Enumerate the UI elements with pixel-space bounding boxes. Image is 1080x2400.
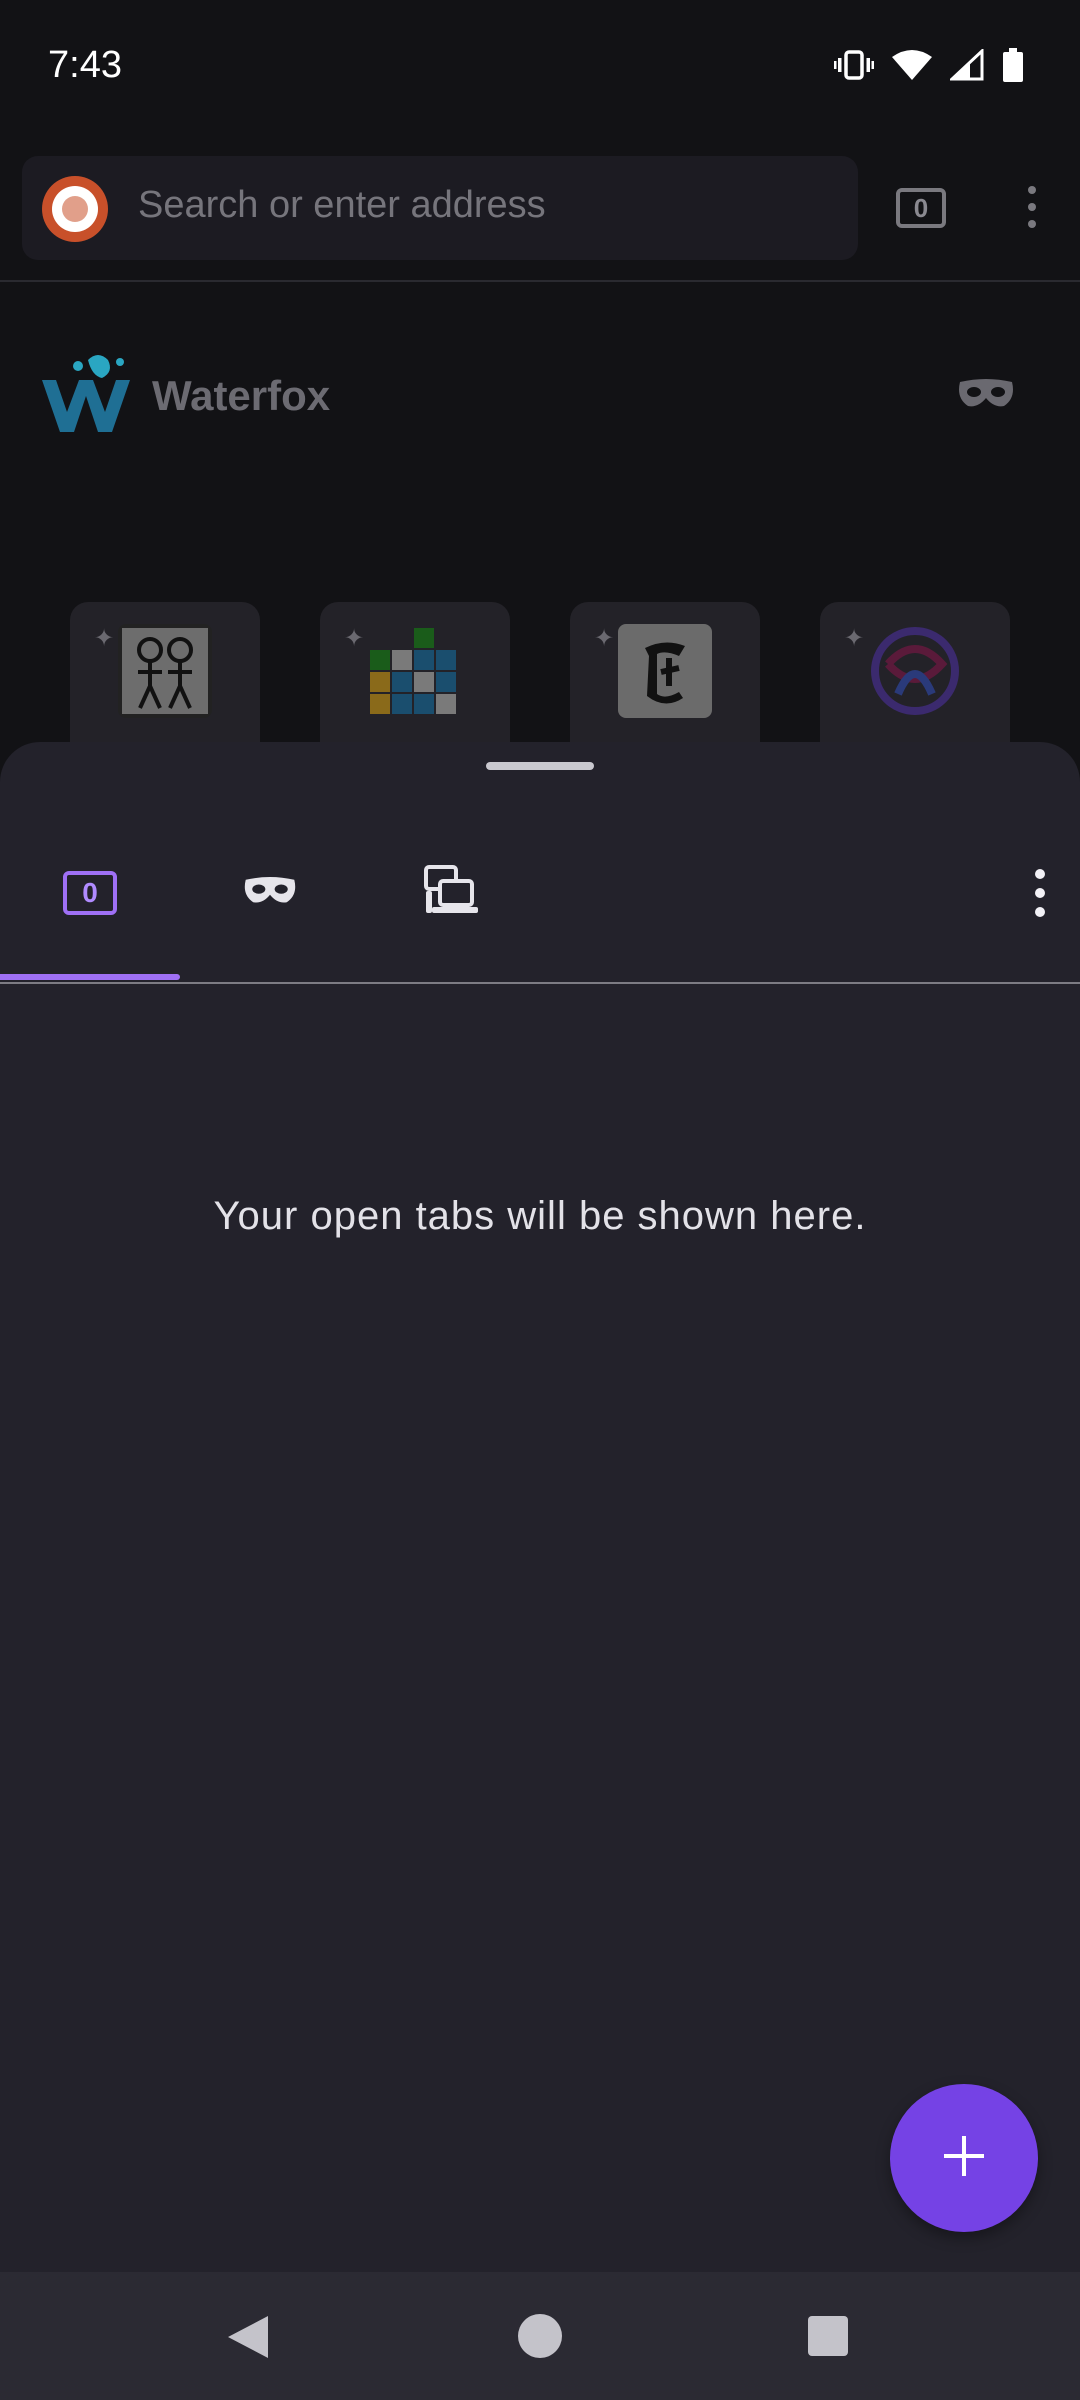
vibrate-icon (834, 49, 874, 81)
nyt-logo-icon (618, 624, 712, 718)
synced-devices-icon (422, 863, 478, 924)
overflow-menu-button[interactable] (1024, 186, 1040, 236)
site-thumbnail (868, 624, 962, 718)
pin-icon: ✦ (844, 625, 865, 652)
top-site-tile[interactable]: ✦ (70, 602, 260, 742)
status-icons (834, 48, 1024, 82)
empty-tabs-message: Your open tabs will be shown here. (213, 1194, 867, 1238)
browser-toolbar: Search or enter address 0 (0, 136, 1080, 282)
address-placeholder: Search or enter address (138, 184, 546, 226)
home-icon[interactable] (518, 2314, 562, 2358)
tab-private-tabs[interactable] (180, 822, 360, 964)
private-mask-icon (242, 874, 298, 913)
wifi-icon (892, 49, 932, 81)
status-bar: 7:43 (0, 0, 1080, 136)
private-mask-icon[interactable] (956, 376, 1016, 417)
waterfox-logo-icon (38, 350, 134, 440)
tabs-tray-menu-button[interactable] (1000, 822, 1080, 964)
cellular-icon (950, 49, 984, 81)
tab-counter-button[interactable]: 0 (896, 188, 946, 228)
home-title: Waterfox (152, 372, 331, 419)
pin-icon: ✦ (594, 625, 615, 652)
status-time: 7:43 (48, 44, 122, 86)
tab-normal-tabs[interactable]: 0 (0, 822, 180, 964)
recent-apps-icon[interactable] (808, 2316, 848, 2356)
tabs-tray-tab-row: 0 (0, 822, 1080, 962)
system-nav-bar (0, 2272, 1080, 2400)
new-tab-button[interactable] (890, 2084, 1038, 2232)
pin-icon: ✦ (94, 625, 115, 652)
top-site-tile[interactable]: ✦ (820, 602, 1010, 742)
selected-tab-indicator (0, 974, 180, 980)
site-thumbnail (118, 624, 212, 718)
top-sites: ✦ ✦ ✦ ✦ (70, 602, 1010, 742)
top-site-tile[interactable]: ✦ (320, 602, 510, 742)
tab-divider (0, 982, 1080, 984)
battery-icon (1002, 48, 1024, 82)
back-icon[interactable] (226, 2314, 270, 2365)
tabs-tray-sheet: 0 Your open tabs will be shown here. (0, 742, 1080, 2272)
pin-icon: ✦ (344, 625, 365, 652)
tab-synced-tabs[interactable] (360, 822, 540, 964)
site-thumbnail (368, 624, 462, 718)
top-site-tile[interactable]: ✦ (570, 602, 760, 742)
address-bar[interactable]: Search or enter address (22, 156, 858, 260)
sheet-drag-handle[interactable] (486, 762, 594, 770)
plus-icon (942, 2134, 986, 2183)
search-engine-icon[interactable] (42, 176, 108, 242)
tab-counter-icon: 0 (63, 871, 117, 915)
